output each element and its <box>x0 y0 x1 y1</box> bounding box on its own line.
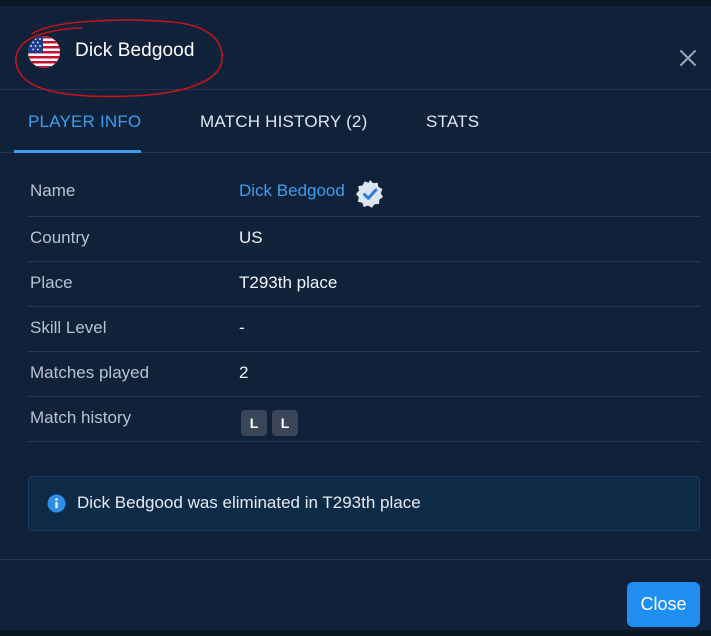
row-label: Matches played <box>30 363 150 382</box>
skill-level-value: - <box>239 318 245 337</box>
table-row: Place T293th place <box>28 262 700 307</box>
country-value: US <box>239 228 263 247</box>
close-button[interactable]: Close <box>627 582 700 627</box>
modal-header: Dick Bedgood <box>0 12 711 90</box>
row-label: Skill Level <box>30 318 107 337</box>
table-row: Matches played 2 <box>28 352 700 397</box>
tab-match-history[interactable]: MATCH HISTORY (2) <box>200 112 367 132</box>
player-modal: Dick Bedgood PLAYER INFO MATCH HISTORY (… <box>0 0 711 630</box>
close-icon[interactable] <box>676 46 700 70</box>
player-name-title: Dick Bedgood <box>75 40 195 61</box>
table-row: Name Dick Bedgood <box>28 170 700 217</box>
row-label: Place <box>30 273 73 292</box>
player-name-link[interactable]: Dick Bedgood <box>239 181 345 201</box>
table-row: Match history <box>28 397 700 442</box>
loss-badge[interactable]: L <box>272 410 298 436</box>
row-label: Country <box>30 228 90 247</box>
tab-stats[interactable]: STATS <box>426 112 479 132</box>
table-row: Skill Level - <box>28 307 700 352</box>
tab-player-info[interactable]: PLAYER INFO <box>28 112 141 132</box>
loss-badge[interactable]: L <box>241 410 267 436</box>
info-icon <box>47 494 66 513</box>
match-history-badges: LL <box>241 410 303 436</box>
tab-bar: PLAYER INFO MATCH HISTORY (2) STATS <box>0 90 711 153</box>
modal-footer: Close <box>0 559 711 636</box>
row-label: Match history <box>30 408 132 427</box>
info-alert: Dick Bedgood was eliminated in T293th pl… <box>28 476 700 531</box>
matches-played-value: 2 <box>239 363 249 382</box>
active-tab-indicator <box>14 150 141 153</box>
player-info-table: Name Dick Bedgood Country US Place T293t… <box>28 170 700 442</box>
us-flag-icon <box>28 36 60 68</box>
verified-badge-icon <box>355 179 385 209</box>
row-label: Name <box>30 181 76 200</box>
info-message: Dick Bedgood was eliminated in T293th pl… <box>77 493 421 512</box>
place-value: T293th place <box>239 273 338 292</box>
table-row: Country US <box>28 217 700 262</box>
